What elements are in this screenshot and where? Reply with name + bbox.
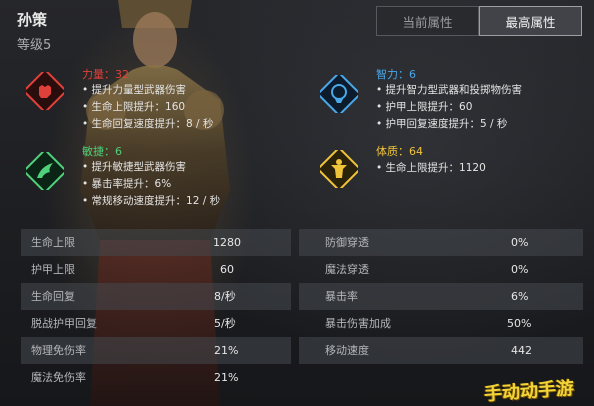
stats-row: 脱战护甲回复 5/秒 暴击伤害加成 50%: [21, 310, 583, 337]
stat-label: 魔法穿透: [325, 263, 369, 276]
stats-row: 物理免伤率 21% 移动速度 442: [21, 337, 583, 364]
attribute-tabs: 当前属性 最高属性: [376, 6, 582, 36]
constitution-name: 体质：64: [376, 145, 423, 158]
strength-line-3: • 生命回复速度提升：8 / 秒: [82, 118, 214, 130]
stats-row: 生命回复 8/秒 暴击率 6%: [21, 283, 583, 310]
stat-value: 0%: [511, 263, 529, 276]
stat-value: 0%: [511, 236, 529, 249]
stat-value: 6%: [511, 290, 529, 303]
stat-value: 442: [511, 344, 532, 357]
stat-label: 暴击伤害加成: [325, 317, 391, 330]
stat-value: 50%: [507, 317, 532, 330]
intellect-brain-icon: [320, 75, 358, 113]
tab-max-attributes[interactable]: 最高属性: [479, 6, 582, 36]
stat-label: 生命上限: [31, 236, 75, 249]
stat-label: 脱战护甲回复: [31, 317, 97, 330]
stat-label: 生命回复: [31, 290, 75, 303]
strength-line-2: • 生命上限提升：160: [82, 101, 186, 113]
strength-fist-icon: [26, 72, 64, 110]
agility-line-3: • 常规移动速度提升：12 / 秒: [82, 195, 221, 207]
stat-label: 物理免伤率: [31, 344, 86, 357]
intellect-line-2: • 护甲上限提升：60: [376, 101, 473, 113]
stat-label: 移动速度: [325, 344, 369, 357]
strength-name: 力量：32: [82, 68, 129, 81]
stat-label: 暴击率: [325, 290, 358, 303]
stat-label: 魔法免伤率: [31, 371, 86, 384]
intellect-name: 智力：6: [376, 68, 416, 81]
stat-value: 21%: [214, 371, 239, 384]
tab-current-attributes[interactable]: 当前属性: [376, 6, 479, 36]
agility-wing-icon: [26, 152, 64, 190]
stat-label: 防御穿透: [325, 236, 369, 249]
stat-value: 1280: [213, 236, 241, 249]
stats-row: 生命上限 1280 防御穿透 0%: [21, 229, 583, 256]
agility-name: 敏捷：6: [82, 145, 122, 158]
stat-label: 护甲上限: [31, 263, 75, 276]
strength-line-1: • 提升力量型武器伤害: [82, 84, 187, 96]
stats-row: 护甲上限 60 魔法穿透 0%: [21, 256, 583, 283]
constitution-body-icon: [320, 150, 358, 188]
stat-value: 60: [220, 263, 234, 276]
stat-value: 8/秒: [214, 290, 236, 303]
hero-name: 孙策: [17, 11, 48, 29]
intellect-line-3: • 护甲回复速度提升：5 / 秒: [376, 118, 508, 130]
hero-level: 等级5: [17, 38, 52, 53]
constitution-line-1: • 生命上限提升：1120: [376, 162, 486, 174]
agility-line-1: • 提升敏捷型武器伤害: [82, 161, 187, 173]
agility-line-2: • 暴击率提升：6%: [82, 178, 172, 190]
stat-value: 5/秒: [214, 317, 236, 330]
intellect-line-1: • 提升智力型武器和投掷物伤害: [376, 84, 523, 96]
stat-value: 21%: [214, 344, 239, 357]
